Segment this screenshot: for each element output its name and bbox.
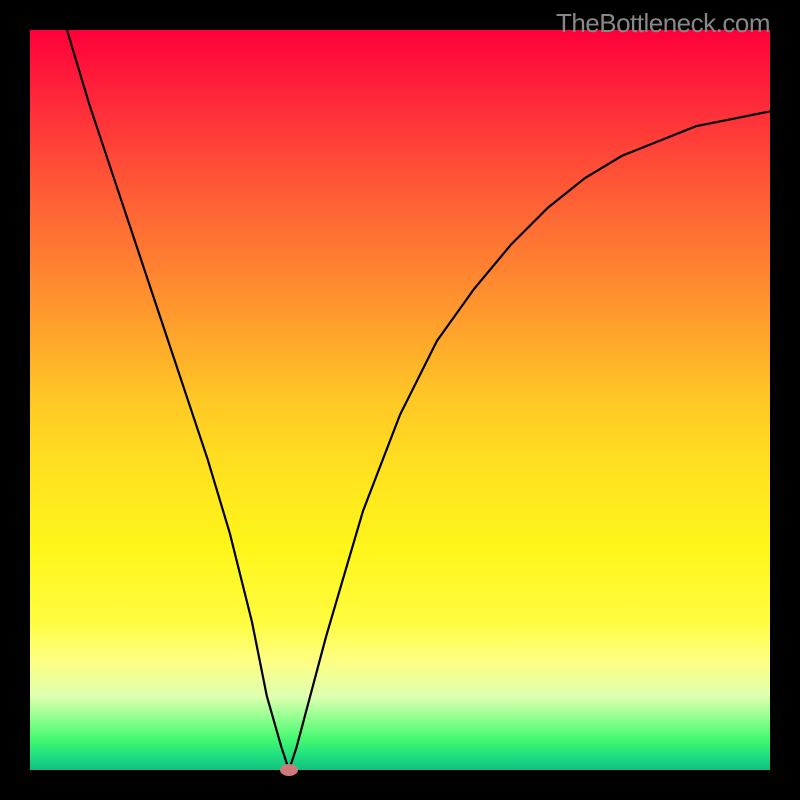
bottleneck-curve	[30, 30, 770, 770]
attribution-label: TheBottleneck.com	[556, 8, 770, 39]
optimum-marker	[280, 764, 298, 776]
chart-plot-area	[30, 30, 770, 770]
